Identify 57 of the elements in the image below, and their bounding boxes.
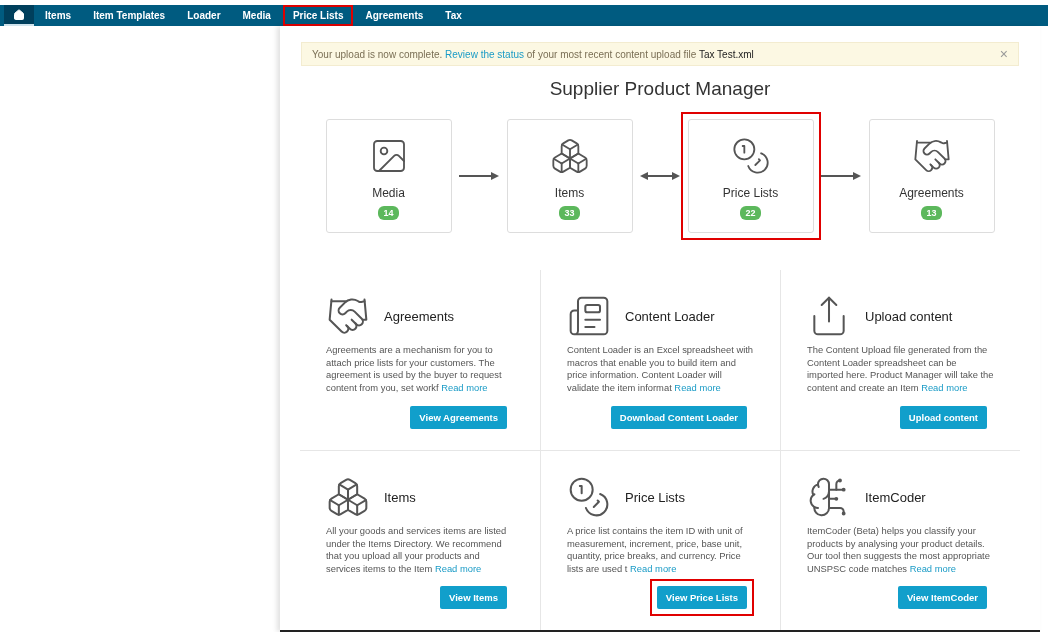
flow-card[interactable]: Items 33 — [506, 119, 633, 233]
arrow-icon — [459, 171, 499, 181]
section-title: ItemCoder — [865, 489, 926, 505]
nav-tab[interactable]: Loader — [177, 5, 231, 26]
alert-message: Your upload is now complete. Review the status of your most recent content upload file Tax Test.xml — [312, 48, 755, 60]
read-more-link[interactable]: Read more — [441, 381, 488, 393]
read-more-link[interactable]: Read more — [434, 562, 482, 574]
document-icon — [567, 294, 611, 338]
page-title: Supplier Product Manager — [549, 78, 771, 100]
action-button[interactable]: View Agreements — [410, 406, 507, 429]
card-label: Items — [554, 186, 585, 200]
card-label: Price Lists — [722, 186, 779, 200]
nav-tab[interactable]: Price Lists — [282, 5, 354, 26]
section-description: A price list contains the item ID with unit of measurement, increment, price, base unit, quantity, price breaks, and currency. Price lists are used t Read more — [567, 525, 744, 575]
home-button[interactable] — [4, 5, 34, 26]
close-button[interactable]: × — [999, 46, 1008, 62]
count-badge: 13 — [921, 206, 942, 220]
read-more-link[interactable]: Read more — [909, 562, 957, 574]
section-description: ItemCoder (Beta) helps you classify your products by analysing your product details. Our tool then suggests the most appropriate UNSPSC code matches Read more — [807, 525, 991, 575]
nav-tab[interactable]: Item Templates — [83, 5, 176, 26]
section-title: Agreements — [384, 308, 455, 324]
home-icon — [13, 8, 25, 21]
nav-tab[interactable]: Items — [35, 5, 82, 26]
nav-tab[interactable]: Media — [232, 5, 281, 26]
section-title: Price Lists — [625, 489, 685, 505]
card-label: Media — [372, 186, 405, 200]
coins-icon — [730, 136, 771, 176]
nav-tab[interactable]: Agreements — [355, 5, 434, 26]
coins-icon — [567, 475, 611, 519]
review-status-link[interactable]: Review the status — [445, 48, 524, 60]
flow-card[interactable]: Media 14 — [325, 119, 452, 233]
count-badge: 33 — [559, 206, 580, 220]
read-more-link[interactable]: Read more — [921, 381, 968, 393]
card-label: Agreements — [899, 186, 964, 200]
section-title: Content Loader — [625, 308, 715, 324]
read-more-link[interactable]: Read more — [630, 562, 677, 574]
arrow-icon — [821, 171, 861, 181]
count-badge: 22 — [740, 206, 761, 220]
section-title: Items — [384, 489, 416, 505]
section-title: Upload content — [865, 308, 953, 324]
flow-card[interactable]: Agreements 13 — [868, 119, 995, 233]
read-more-link[interactable]: Read more — [674, 381, 721, 393]
section-description: The Content Upload file generated from the Content Loader spreadsheet can be imported here. Product Manager will take the content and create an Item Read more — [807, 344, 994, 394]
section-description: Agreements are a mechanism for you to attach price lists for your customers. The agreement is used by the buyer to request content from you, set workf Read more — [326, 344, 503, 394]
boxes-icon — [326, 475, 370, 519]
action-button[interactable]: Download Content Loader — [610, 406, 747, 429]
action-button[interactable]: View ItemCoder — [897, 586, 987, 609]
action-button[interactable]: Upload content — [899, 406, 987, 429]
nav-tab[interactable]: Tax — [435, 5, 472, 26]
boxes-icon — [549, 136, 590, 176]
action-button[interactable]: View Items — [440, 586, 507, 609]
section-description: All your goods and services items are listed under the Items Directory. We recommend that you upload all your products and services items to the Item Read more — [326, 525, 508, 575]
section-description: Content Loader is an Excel spreadsheet with macros that enable you to build item and price information. Content Loader will validate the item informat Read more — [567, 344, 754, 394]
flow-card[interactable]: Price Lists 22 — [687, 119, 814, 233]
action-button[interactable]: View Price Lists — [656, 586, 747, 609]
count-badge: 14 — [378, 206, 399, 220]
double-arrow-icon — [640, 171, 680, 181]
